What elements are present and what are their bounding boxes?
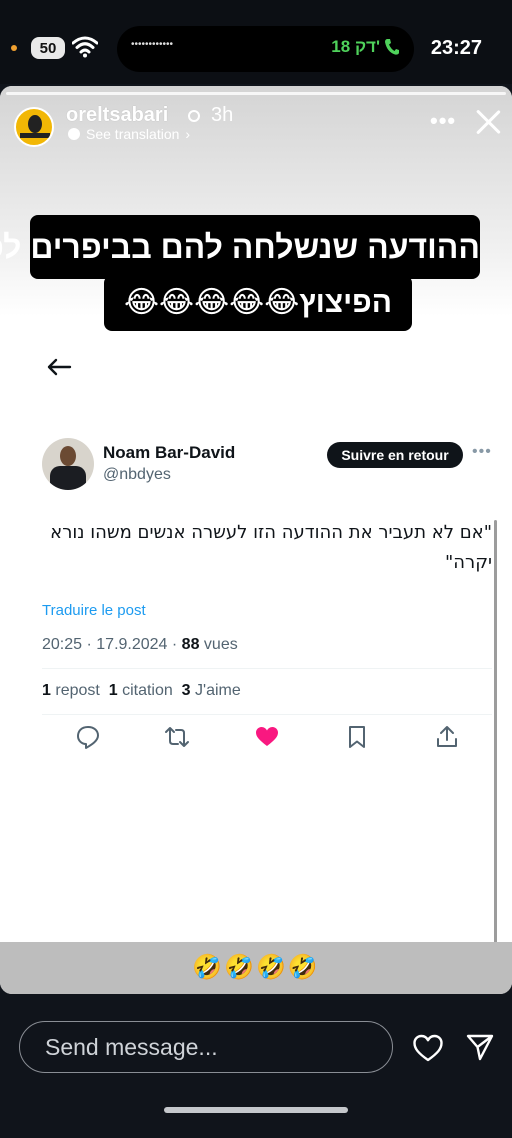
divider [42,714,492,715]
battery-icon: 50 [31,37,65,59]
divider [42,668,492,669]
quotes-label: citation [122,682,173,699]
quotes-count: 1 [108,682,118,699]
tweet-views-label: vues [203,636,238,653]
story-caption-line1: ההודעה שנשלחה להם בביפרים לפני [0,215,480,279]
globe-icon [68,128,80,140]
see-translation-label: See translation [86,126,180,142]
avatar[interactable] [14,107,54,147]
see-translation-link[interactable]: See translation › [68,126,190,142]
share-icon [437,726,457,747]
avatar-head [60,446,76,466]
send-icon[interactable] [465,1032,495,1062]
dynamic-island[interactable]: •••••••••••• 18 דק' [117,26,414,72]
battery-level: 50 [39,39,57,57]
verified-icon [188,110,200,122]
story-viewer[interactable]: oreltsabari 3h See translation › ••• Noa… [0,86,512,994]
privacy-indicator-dot [11,45,17,51]
screen: 50 •••••••••••• 18 דק' 23:27 oreltsabari… [0,0,512,1138]
wifi-icon [72,36,98,58]
call-indicator: 18 דק' [331,37,400,57]
tweet-actions [42,724,492,754]
reposts-count: 1 [42,682,51,699]
send-message-input[interactable]: Send message... [19,1021,393,1073]
reposts-label: repost [55,682,100,699]
story-time: 3h [211,104,234,126]
like-icon [256,727,278,746]
avatar-body [50,466,86,490]
island-waveform: •••••••••••• [131,39,174,50]
tweet-author-name: Noam Bar-David [103,443,236,462]
home-indicator[interactable] [164,1107,348,1113]
tweet-date: 17.9.2024 [96,636,168,653]
call-duration: 18 דק' [331,37,380,56]
follow-back-button: Suivre en retour [327,442,463,468]
tweet-views-count: 88 [181,636,200,653]
avatar-band [20,133,50,138]
more-options-icon[interactable]: ••• [430,108,456,134]
tweet-avatar [42,438,94,490]
tweet-stats: 1 repost 1 citation 3 J'aime [42,682,241,700]
repost-icon [165,727,189,747]
story-username[interactable]: oreltsabari [66,104,168,127]
tweet-more-icon: ••• [472,443,492,460]
heart-icon[interactable] [412,1033,444,1063]
bookmark-icon [349,726,365,748]
close-icon[interactable] [474,108,502,136]
story-caption-line2: הפיצוץ😂😂😂😂😂 [104,275,412,331]
clock: 23:27 [430,37,482,59]
tweet-time: 20:25 [42,636,83,653]
tweet-author-handle: @nbdyes [103,466,171,483]
tweet-text: "אם לא תעביר את ההודעה הזו לעשרה אנשים מ… [50,522,492,573]
phone-icon [385,39,399,55]
back-arrow-icon [47,358,72,376]
translate-post-link: Traduire le post [42,602,146,619]
chevron-right-icon: › [185,126,191,142]
likes-label: J'aime [195,682,241,699]
avatar-face [28,115,42,133]
scrollbar [494,520,497,994]
reply-icon [77,726,99,749]
tweet-card: Noam Bar-David @nbdyes Suivre en retour … [32,338,500,942]
tweet-meta: 20:25 · 17.9.2024 · 88 vues [42,636,238,653]
likes-count: 3 [181,682,191,699]
story-progress-bar [6,92,506,95]
emoji-reaction-text: 🤣🤣🤣🤣 [0,942,512,994]
status-bar: 50 •••••••••••• 18 דק' 23:27 [0,0,512,84]
